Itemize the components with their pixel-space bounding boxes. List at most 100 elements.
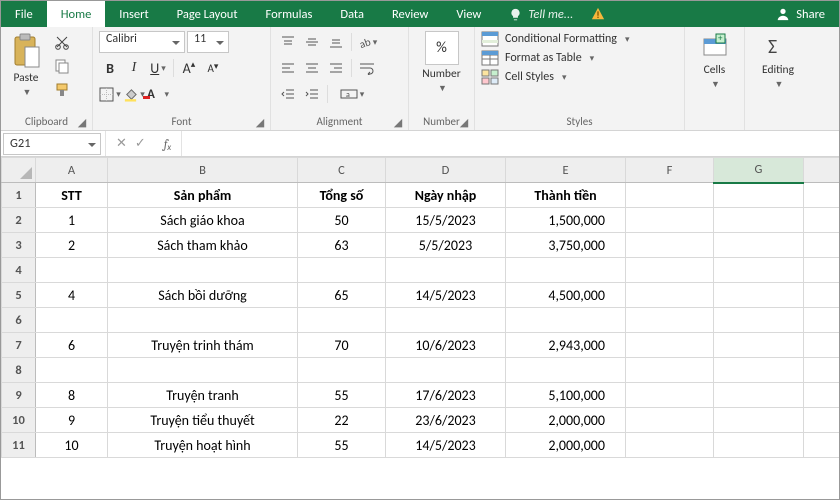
cell[interactable] — [714, 233, 804, 258]
cell[interactable]: 14/5/2023 — [386, 283, 506, 308]
cell[interactable] — [714, 283, 804, 308]
cell[interactable] — [626, 408, 714, 433]
tab-home[interactable]: Home — [47, 1, 106, 27]
cell[interactable]: Truyện trinh thám — [108, 333, 298, 358]
cell[interactable]: 23/6/2023 — [386, 408, 506, 433]
copy-button[interactable] — [51, 55, 73, 77]
fill-color-button[interactable]: ▾ — [123, 83, 145, 105]
clipboard-dialog-launcher[interactable]: ◢ — [76, 116, 88, 128]
cell[interactable] — [714, 433, 804, 458]
wrap-text-button[interactable] — [356, 57, 378, 79]
table-row[interactable]: 6 — [2, 308, 840, 333]
alignment-dialog-launcher[interactable]: ◢ — [392, 116, 404, 128]
table-row[interactable]: 4 — [2, 258, 840, 283]
row-header[interactable]: 10 — [2, 408, 36, 433]
col-header-A[interactable]: A — [36, 158, 108, 183]
table-row[interactable]: 1STTSản phẩmTổng sốNgày nhậpThành tiền — [2, 183, 840, 208]
cell[interactable]: STT — [36, 183, 108, 208]
cell[interactable]: Truyện tiểu thuyết — [108, 408, 298, 433]
cell[interactable] — [108, 258, 298, 283]
cell[interactable] — [804, 308, 840, 333]
cell[interactable] — [506, 358, 626, 383]
cell[interactable]: 22 — [298, 408, 386, 433]
row-header[interactable]: 11 — [2, 433, 36, 458]
cell[interactable] — [714, 208, 804, 233]
cell[interactable]: Thành tiền — [506, 183, 626, 208]
table-row[interactable]: 1110Truyện hoạt hình5514/5/20232,000,000 — [2, 433, 840, 458]
cell[interactable] — [36, 308, 108, 333]
tab-review[interactable]: Review — [378, 1, 442, 27]
cell[interactable] — [108, 358, 298, 383]
cells-button[interactable]: + Cells ▼ — [697, 31, 733, 92]
row-header[interactable]: 8 — [2, 358, 36, 383]
cell[interactable]: 6 — [36, 333, 108, 358]
decrease-font-button[interactable]: A▾ — [202, 57, 224, 79]
cell[interactable] — [298, 258, 386, 283]
cell[interactable] — [804, 383, 840, 408]
cell[interactable] — [714, 258, 804, 283]
table-row[interactable]: 21Sách giáo khoa5015/5/20231,500,000 — [2, 208, 840, 233]
tab-file[interactable]: File — [1, 1, 47, 27]
cell[interactable]: 2,000,000 — [506, 433, 626, 458]
align-middle-button[interactable] — [301, 31, 323, 53]
cell[interactable]: 4,500,000 — [506, 283, 626, 308]
name-box[interactable]: G21 — [3, 133, 101, 155]
cell[interactable]: Sách bồi dưỡng — [108, 283, 298, 308]
table-row[interactable]: 109Truyện tiểu thuyết2223/6/20232,000,00… — [2, 408, 840, 433]
tell-me-search[interactable]: Tell me... — [495, 1, 587, 27]
cell[interactable] — [626, 308, 714, 333]
table-row[interactable]: 32Sách tham khảo635/5/20233,750,000 — [2, 233, 840, 258]
cell[interactable] — [506, 258, 626, 283]
cell[interactable]: 65 — [298, 283, 386, 308]
row-header[interactable]: 5 — [2, 283, 36, 308]
row-header[interactable]: 9 — [2, 383, 36, 408]
tab-page-layout[interactable]: Page Layout — [163, 1, 252, 27]
col-header-C[interactable]: C — [298, 158, 386, 183]
cell[interactable] — [386, 308, 506, 333]
increase-font-button[interactable]: A▴ — [178, 57, 200, 79]
tab-view[interactable]: View — [442, 1, 495, 27]
cell[interactable]: 17/6/2023 — [386, 383, 506, 408]
cell[interactable] — [714, 308, 804, 333]
cell[interactable] — [804, 233, 840, 258]
cell[interactable] — [714, 358, 804, 383]
cell[interactable]: 4 — [36, 283, 108, 308]
cell[interactable] — [714, 408, 804, 433]
align-top-button[interactable] — [277, 31, 299, 53]
table-row[interactable]: 8 — [2, 358, 840, 383]
row-header[interactable]: 4 — [2, 258, 36, 283]
cell[interactable] — [714, 383, 804, 408]
merge-center-button[interactable]: a▾ — [332, 83, 372, 105]
cell[interactable]: Ngày nhập — [386, 183, 506, 208]
col-header-B[interactable]: B — [108, 158, 298, 183]
cell[interactable]: 1 — [36, 208, 108, 233]
cut-button[interactable] — [51, 31, 73, 53]
cell[interactable]: 15/5/2023 — [386, 208, 506, 233]
orientation-button[interactable]: ab▾ — [356, 31, 378, 53]
bold-button[interactable]: B — [99, 57, 121, 79]
increase-indent-button[interactable] — [301, 83, 323, 105]
cell[interactable]: 10 — [36, 433, 108, 458]
conditional-formatting-button[interactable]: Conditional Formatting▾ — [481, 31, 629, 47]
cell[interactable]: 5,100,000 — [506, 383, 626, 408]
cell[interactable]: 50 — [298, 208, 386, 233]
cell[interactable]: Truyện hoạt hình — [108, 433, 298, 458]
cell[interactable]: 70 — [298, 333, 386, 358]
cell[interactable] — [714, 333, 804, 358]
share-button[interactable]: Share — [762, 1, 839, 27]
number-dialog-launcher[interactable]: ◢ — [458, 116, 470, 128]
select-all-button[interactable] — [2, 158, 36, 183]
cell[interactable]: 8 — [36, 383, 108, 408]
cell[interactable]: 63 — [298, 233, 386, 258]
editing-button[interactable]: Σ Editing ▼ — [758, 31, 798, 92]
cell[interactable] — [626, 258, 714, 283]
row-header[interactable]: 6 — [2, 308, 36, 333]
cell[interactable] — [804, 183, 840, 208]
cell[interactable]: 3,750,000 — [506, 233, 626, 258]
tab-data[interactable]: Data — [326, 1, 378, 27]
cell[interactable]: 5/5/2023 — [386, 233, 506, 258]
fx-icon[interactable]: fx — [154, 137, 171, 151]
cell[interactable] — [804, 333, 840, 358]
cell[interactable]: 55 — [298, 383, 386, 408]
cell[interactable]: Sách giáo khoa — [108, 208, 298, 233]
